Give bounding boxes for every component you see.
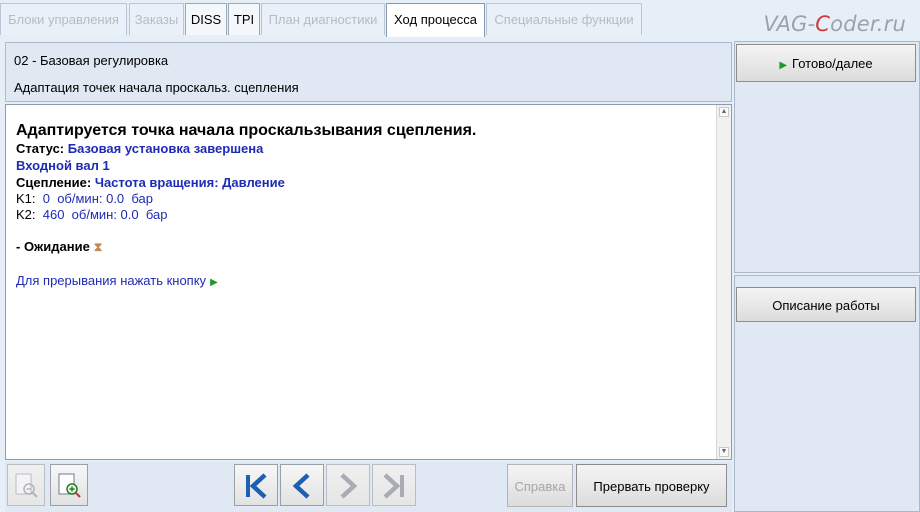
first-step-button[interactable] [234,464,278,506]
done-next-button[interactable]: ▶ Готово/далее [736,44,916,82]
zoom-in-button[interactable] [50,464,88,506]
tab-control-units[interactable]: Блоки управления [0,3,127,35]
function-title: 02 - Базовая регулировка [14,53,169,68]
scroll-down-icon[interactable]: ▼ [719,447,729,457]
process-output-panel[interactable]: Адаптируется точка начала проскальзывани… [5,104,732,460]
chevron-left-icon [292,473,310,499]
site-watermark: VAG-Coder.ru [763,12,906,36]
next-step-button[interactable] [326,464,370,506]
zoom-in-icon [58,473,81,498]
step-header: 02 - Базовая регулировка Адаптация точек… [5,42,732,102]
tab-process[interactable]: Ход процесса [386,3,485,37]
status-line: Статус: Базовая установка завершена [16,141,264,156]
skip-to-first-icon [246,473,267,499]
chevron-right-icon [340,473,358,499]
tab-tpi[interactable]: TPI [228,3,260,35]
previous-step-button[interactable] [280,464,324,506]
process-title: Адаптируется точка начала проскальзывани… [16,122,477,139]
bottom-toolbar: Справка Прервать проверку [5,462,732,512]
tab-diss[interactable]: DISS [185,3,227,35]
last-step-button[interactable] [372,464,416,506]
abort-hint: Для прерывания нажать кнопку ▶ [16,273,218,288]
play-arrow-icon: ▶ [779,60,788,71]
zoom-out-button[interactable] [7,464,45,506]
tab-orders[interactable]: Заказы [129,3,184,35]
right-panel-top: ▶ Готово/далее [734,41,920,273]
job-description-button[interactable]: Описание работы [736,287,916,322]
tab-special-functions[interactable]: Специальные функции [486,3,642,35]
tab-bar: Блоки управления Заказы DISS TPI План ди… [0,0,920,37]
skip-to-last-icon [383,473,404,499]
function-subtitle: Адаптация точек начала проскальз. сцепле… [14,80,299,95]
hourglass-icon: ⧗ [93,240,103,254]
input-shaft-line: Входной вал 1 [16,158,110,173]
waiting-line: - Ожидание ⧗ [16,239,103,254]
scroll-up-icon[interactable]: ▲ [719,107,729,117]
clutch-line: Сцепление: Частота вращения: Давление [16,175,285,190]
zoom-out-icon [15,473,38,498]
tab-diagnostic-plan[interactable]: План диагностики [261,3,385,35]
help-button[interactable]: Справка [507,464,573,507]
right-panel-bottom: Описание работы [734,275,920,512]
abort-test-button[interactable]: Прервать проверку [576,464,727,507]
k2-line: K2: 460 об/мин: 0.0 бар [16,207,168,222]
play-arrow-icon: ▶ [210,277,218,288]
vertical-scrollbar[interactable]: ▲ ▼ [716,105,731,459]
k1-line: K1: 0 об/мин: 0.0 бар [16,191,153,206]
